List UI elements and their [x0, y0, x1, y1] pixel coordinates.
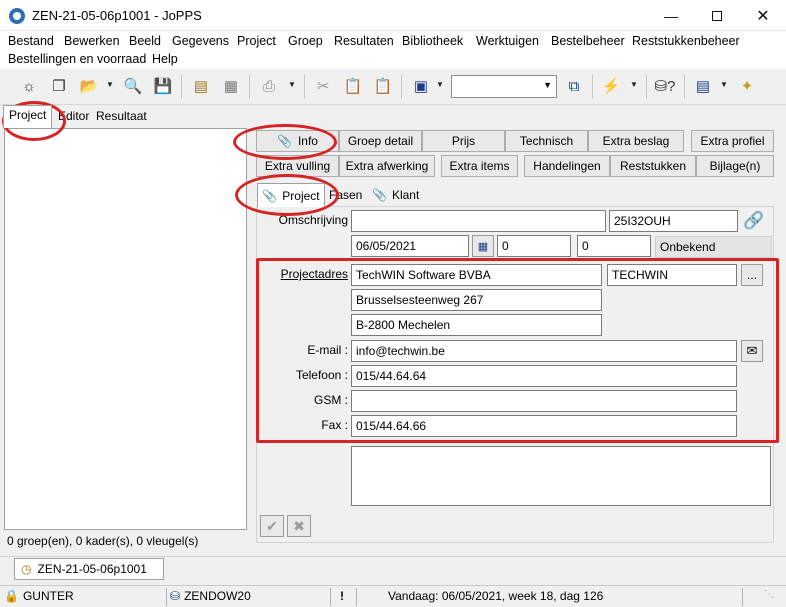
menu-groep[interactable]: Groep: [288, 34, 323, 48]
handelingen-button[interactable]: Handelingen: [524, 155, 610, 177]
cancel-x-icon[interactable]: ✖: [287, 515, 311, 537]
menu-resultaten[interactable]: Resultaten: [334, 34, 394, 48]
status-today: Vandaag: 06/05/2021, week 18, dag 126: [388, 589, 604, 603]
date-field[interactable]: 06/05/2021: [351, 235, 469, 257]
menu-gegevens[interactable]: Gegevens: [172, 34, 229, 48]
groep-detail-button[interactable]: Groep detail: [339, 130, 422, 152]
technisch-button[interactable]: Technisch: [505, 130, 588, 152]
extra-profiel-button[interactable]: Extra profiel: [691, 130, 774, 152]
magic-wand-icon[interactable]: ✦: [736, 75, 758, 97]
window-title: ZEN-21-05-06p1001 - JoPPS: [32, 8, 202, 23]
status-database: ⛁ ZENDOW20: [170, 589, 251, 603]
menu-bestellingen[interactable]: Bestellingen en voorraad: [8, 52, 146, 66]
subtab-project[interactable]: 📎 Project: [257, 183, 325, 207]
resize-grip-icon[interactable]: ⋱: [764, 589, 774, 600]
extra-beslag-button[interactable]: Extra beslag: [588, 130, 684, 152]
search-document-icon[interactable]: 🔍: [122, 75, 144, 97]
paperclip-icon: 📎: [372, 188, 387, 202]
calculator-icon[interactable]: ▤: [692, 75, 714, 97]
menu-help[interactable]: Help: [152, 52, 178, 66]
copy-icon[interactable]: ❐: [48, 75, 70, 97]
menu-bewerken[interactable]: Bewerken: [64, 34, 120, 48]
lock-icon: 🔒: [4, 589, 19, 603]
number-field-2[interactable]: 0: [577, 235, 651, 257]
tab-project[interactable]: Project: [3, 105, 53, 128]
paperclip-icon: 📎: [262, 188, 278, 203]
database-icon: ⛁: [170, 589, 181, 603]
calendar-icon[interactable]: ▦: [472, 235, 494, 257]
subtab-klant[interactable]: 📎 Klant: [372, 188, 419, 202]
prijs-button[interactable]: Prijs: [422, 130, 505, 152]
menu-reststukkenbeheer[interactable]: Reststukkenbeheer: [632, 34, 740, 48]
document-tab[interactable]: ◷ ZEN-21-05-06p1001: [14, 558, 164, 580]
maximize-button[interactable]: [694, 0, 740, 31]
menu-werktuigen[interactable]: Werktuigen: [476, 34, 539, 48]
windows-icon[interactable]: ⧉: [563, 75, 585, 97]
close-button[interactable]: ✕: [740, 0, 786, 31]
new-sun-icon[interactable]: ☼: [18, 75, 40, 97]
app-logo-icon: [9, 8, 25, 24]
confirm-check-icon[interactable]: ✔: [260, 515, 284, 537]
toolbar: ☼ ❐ 📂 ▼ 🔍 💾 ▤ ▦ ⎙ ▼ ✂ 📋 📋 ▣ ▼ ▼ ⧉ ⚡ ▼ ⛁?…: [0, 69, 786, 105]
toolbar-combo[interactable]: ▼: [451, 75, 557, 98]
status-bar: 🔒 GUNTER ⛁ ZENDOW20 ! Vandaag: 06/05/2021,…: [0, 585, 786, 607]
minimize-button[interactable]: —: [648, 0, 694, 31]
left-status-text: 0 groep(en), 0 kader(s), 0 vleugel(s): [7, 534, 199, 548]
printer-icon[interactable]: ▤: [190, 75, 212, 97]
bijlagen-button[interactable]: Bijlage(n): [696, 155, 774, 177]
select-area-icon[interactable]: ▣: [410, 75, 432, 97]
print-icon[interactable]: ⎙: [258, 75, 280, 97]
print-dropdown-icon[interactable]: ▼: [288, 80, 296, 89]
menu-beeld[interactable]: Beeld: [129, 34, 161, 48]
grid-icon[interactable]: ▦: [220, 75, 242, 97]
paste-special-icon[interactable]: 📋: [372, 75, 394, 97]
paste-icon[interactable]: 📋: [342, 75, 364, 97]
project-code-field[interactable]: 25I32OUH: [609, 210, 738, 232]
menu-bibliotheek[interactable]: Bibliotheek: [402, 34, 463, 48]
highlight-info-button: [233, 124, 337, 160]
lightning-dropdown-icon[interactable]: ▼: [630, 80, 638, 89]
extra-afwerking-button[interactable]: Extra afwerking: [339, 155, 435, 177]
chevron-down-icon: ▼: [543, 80, 552, 90]
open-dropdown-icon[interactable]: ▼: [106, 80, 114, 89]
menu-bestelbeheer[interactable]: Bestelbeheer: [551, 34, 625, 48]
link-icon[interactable]: 🔗: [742, 209, 766, 233]
tab-resultaat[interactable]: Resultaat: [91, 107, 152, 127]
window-frame-icon: ◷: [21, 562, 32, 576]
highlight-address-box: [256, 258, 779, 443]
project-tree-panel[interactable]: [4, 128, 247, 530]
lightning-icon[interactable]: ⚡: [600, 75, 622, 97]
menu-bestand[interactable]: Bestand: [8, 34, 54, 48]
select-dropdown-icon[interactable]: ▼: [436, 80, 444, 89]
open-folder-icon[interactable]: 📂: [78, 75, 100, 97]
save-icon[interactable]: 💾: [152, 75, 174, 97]
calculator-dropdown-icon[interactable]: ▼: [720, 80, 728, 89]
status-alert-icon: !: [340, 589, 344, 603]
notes-field[interactable]: [351, 446, 771, 506]
status-field: Onbekend: [655, 236, 772, 258]
omschrijving-field[interactable]: [351, 210, 606, 232]
menu-bar: Bestand Bewerken Beeld Gegevens Project …: [0, 31, 786, 69]
cut-icon[interactable]: ✂: [312, 75, 334, 97]
reststukken-button[interactable]: Reststukken: [610, 155, 696, 177]
extra-items-button[interactable]: Extra items: [441, 155, 518, 177]
menu-project[interactable]: Project: [237, 34, 276, 48]
number-field-1[interactable]: 0: [497, 235, 571, 257]
status-user: 🔒 GUNTER: [4, 589, 74, 603]
database-help-icon[interactable]: ⛁?: [654, 75, 676, 97]
